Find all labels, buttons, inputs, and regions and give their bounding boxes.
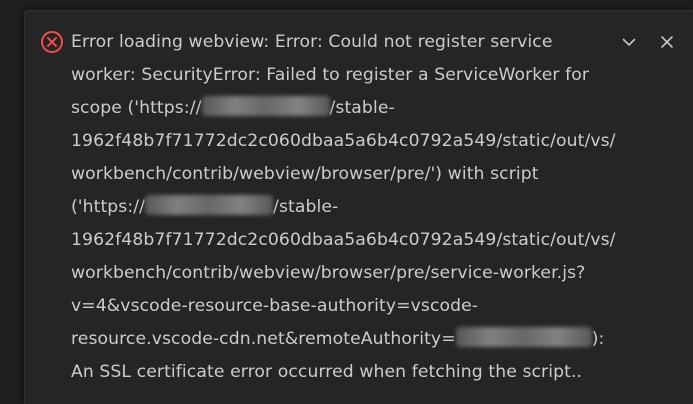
redacted-host [455, 327, 592, 347]
message-line: resource.vscode-cdn.net&remoteAuthority=… [71, 327, 605, 349]
message-line: An SSL certificate error occurred when f… [71, 362, 583, 382]
message-line: Error loading webview: Error: Could not … [71, 32, 553, 52]
close-icon [659, 34, 675, 50]
notification-message: Error loading webview: Error: Could not … [71, 26, 619, 389]
message-line: workbench/contrib/webview/browser/pre/')… [71, 164, 539, 184]
message-line: workbench/contrib/webview/browser/pre/se… [71, 263, 586, 283]
notification-toast: Error loading webview: Error: Could not … [24, 10, 693, 404]
message-line: 1962f48b7f71772dc2c060dbaa5a6b4c0792a549… [71, 230, 616, 250]
message-line: scope ('https:///stable- [71, 96, 395, 118]
redacted-host [201, 96, 330, 116]
expand-button[interactable] [615, 29, 643, 55]
notification-actions [615, 29, 681, 55]
chevron-down-icon [621, 34, 637, 50]
error-icon [40, 30, 64, 54]
message-line: worker: SecurityError: Failed to registe… [71, 65, 590, 85]
message-line: ('https:///stable- [71, 195, 339, 217]
message-line: 1962f48b7f71772dc2c060dbaa5a6b4c0792a549… [71, 131, 616, 151]
close-button[interactable] [653, 29, 681, 55]
message-line: v=4&vscode-resource-base-authority=vscod… [71, 296, 479, 316]
redacted-host [145, 195, 274, 215]
